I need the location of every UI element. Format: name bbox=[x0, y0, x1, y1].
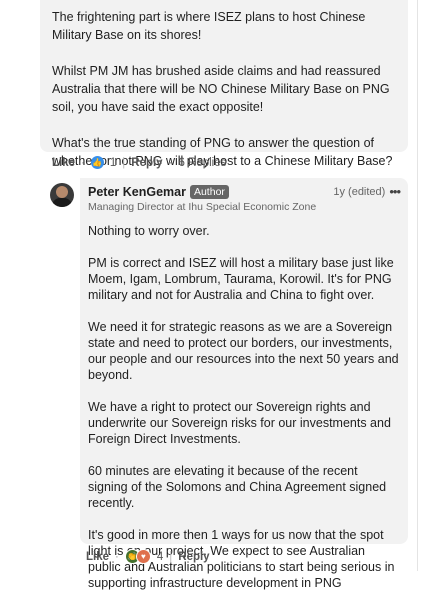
avatar[interactable] bbox=[50, 183, 74, 207]
reply-paragraph: We need it for strategic reasons as we a… bbox=[88, 320, 399, 382]
author-headline: Managing Director at Ihu Special Economi… bbox=[88, 201, 317, 213]
reply-button[interactable]: Reply bbox=[178, 551, 209, 563]
reply-header: Peter KenGemar Author 1y (edited) ••• bbox=[88, 184, 401, 199]
reply-body: Nothing to worry over. PM is correct and… bbox=[88, 223, 400, 591]
like-button[interactable]: Like bbox=[86, 551, 109, 563]
separator-bar: | bbox=[169, 550, 173, 563]
author-name[interactable]: Peter KenGemar bbox=[88, 185, 186, 199]
reply-paragraph: PM is correct and ISEZ will host a milit… bbox=[88, 256, 394, 302]
comment-paragraph: Whilst PM JM has brushed aside claims an… bbox=[52, 64, 390, 114]
reply-paragraph: We have a right to protect our Sovereign… bbox=[88, 400, 391, 446]
reply-paragraph: Nothing to worry over. bbox=[88, 224, 210, 238]
author-badge: Author bbox=[189, 184, 229, 199]
reply-paragraph: 60 minutes are elevating it because of t… bbox=[88, 464, 387, 510]
ellipsis-icon[interactable]: ••• bbox=[389, 184, 401, 199]
reply-comment: Peter KenGemar Author 1y (edited) ••• Ma… bbox=[80, 178, 408, 590]
separator-dot: · bbox=[81, 156, 85, 169]
parent-comment-actions: Like · 👍 1 | Reply · 6 Replies bbox=[52, 156, 226, 169]
separator-dot: · bbox=[168, 156, 173, 169]
reaction-icons[interactable]: 👏 ♥ bbox=[124, 549, 151, 564]
reply-meta: 1y (edited) ••• bbox=[333, 184, 401, 199]
reaction-count[interactable]: 1 bbox=[110, 157, 116, 169]
thumbs-up-icon[interactable]: 👍 bbox=[90, 156, 104, 169]
parent-comment: The frightening part is where ISEZ plans… bbox=[40, 0, 408, 168]
divider bbox=[417, 0, 418, 571]
like-button[interactable]: Like bbox=[52, 157, 75, 169]
reply-button[interactable]: Reply bbox=[131, 157, 162, 169]
heart-icon: ♥ bbox=[135, 549, 151, 564]
reaction-count[interactable]: 4 bbox=[157, 551, 163, 563]
comment-paragraph: The frightening part is where ISEZ plans… bbox=[52, 10, 366, 42]
replies-count-link[interactable]: 6 Replies bbox=[178, 157, 226, 169]
timestamp: 1y (edited) bbox=[333, 185, 386, 198]
separator-bar: | bbox=[122, 156, 126, 169]
reply-actions: Like · 👏 ♥ 4 | Reply bbox=[86, 549, 210, 564]
separator-dot: · bbox=[115, 550, 119, 563]
